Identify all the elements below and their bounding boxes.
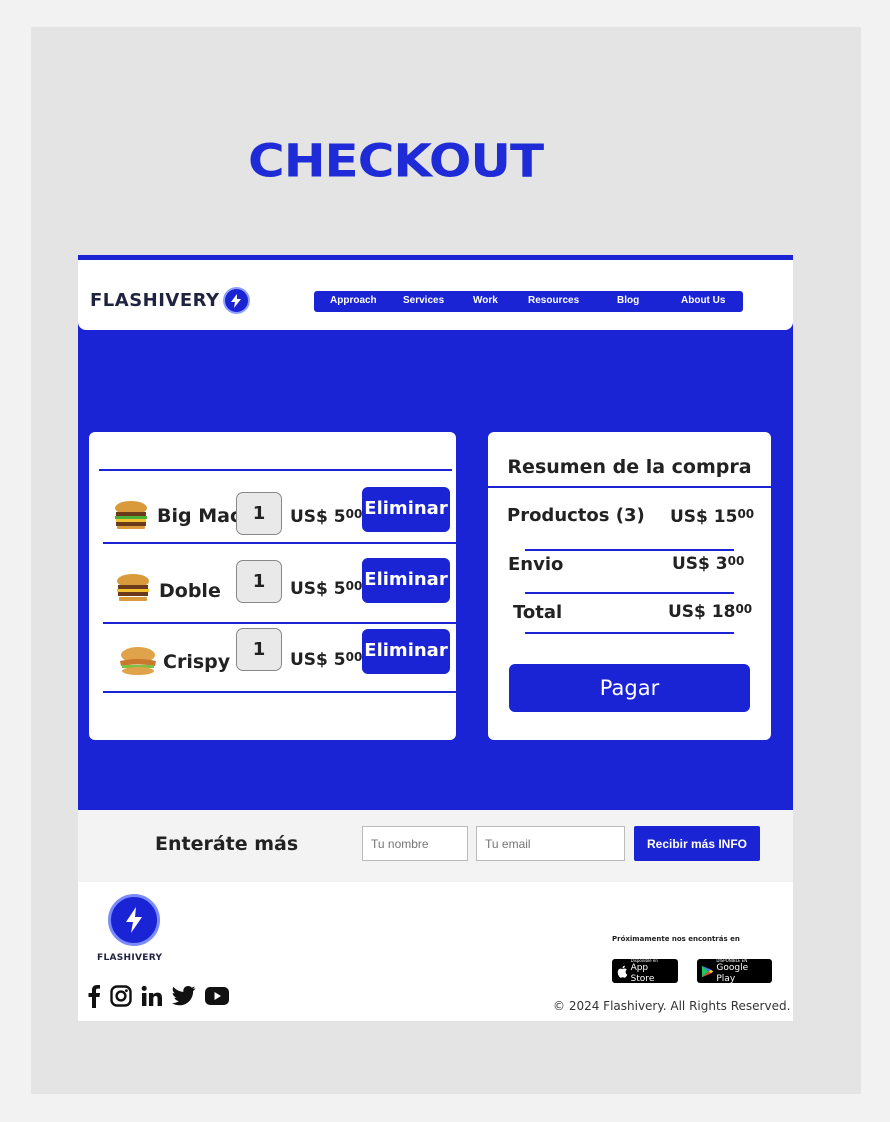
burger-icon — [115, 501, 147, 529]
coming-soon-text: Próximamente nos encontrás en — [612, 935, 740, 943]
order-summary-card: Resumen de la compra Productos (3) US$ 1… — [488, 432, 771, 740]
nav-item-work[interactable]: Work — [473, 295, 498, 306]
item-price: US$ 500 — [290, 579, 362, 599]
pay-button[interactable]: Pagar — [509, 664, 750, 712]
summary-total-value: US$ 1800 — [668, 602, 752, 622]
footer: FLASHIVERY Próximamente nos encontrás en — [78, 882, 793, 1021]
divider — [103, 542, 456, 544]
lightning-bolt-icon — [108, 894, 160, 946]
checkout-site: FLASHIVERY Approach Services Work Resour… — [78, 255, 793, 1021]
divider — [99, 469, 452, 471]
value-main: US$ 15 — [670, 507, 738, 527]
google-play-icon — [702, 965, 714, 977]
value-cents: 00 — [735, 602, 753, 616]
divider — [488, 486, 771, 488]
header: FLASHIVERY Approach Services Work Resour… — [78, 260, 793, 330]
nav-item-approach[interactable]: Approach — [330, 295, 377, 306]
lightning-bolt-icon — [222, 287, 250, 314]
cart-card: Big Mac 1 US$ 500 Eliminar Doble 1 US$ 5… — [89, 432, 456, 740]
summary-title: Resumen de la compra — [507, 456, 752, 478]
divider — [103, 691, 456, 693]
subscribe-button[interactable]: Recibir más INFO — [634, 826, 760, 861]
burger-icon — [117, 574, 149, 601]
summary-products-value: US$ 1500 — [670, 507, 754, 527]
item-price: US$ 500 — [290, 507, 362, 527]
value-cents: 00 — [727, 554, 745, 568]
quantity-field[interactable]: 1 — [236, 492, 282, 535]
item-name: Big Mac — [157, 505, 242, 527]
newsletter-title: Enteráte más — [155, 833, 299, 855]
brand-logo[interactable]: FLASHIVERY — [90, 287, 250, 314]
google-play-name: Google Play — [716, 962, 749, 984]
name-field[interactable] — [362, 826, 468, 861]
page-heading: CHECKOUT — [248, 135, 544, 188]
quantity-field[interactable]: 1 — [236, 628, 282, 671]
price-cents: 00 — [345, 579, 363, 593]
copyright-text: © 2024 Flashivery. All Rights Reserved. — [553, 999, 791, 1013]
price-cents: 00 — [345, 650, 363, 664]
item-name: Crispy — [163, 651, 231, 673]
summary-shipping-value: US$ 300 — [672, 554, 744, 574]
item-price: US$ 500 — [290, 650, 362, 670]
newsletter-bar: Enteráte más Recibir más INFO — [78, 810, 793, 882]
app-store-badge[interactable]: Disponible en App Store — [612, 958, 678, 985]
price-main: US$ 5 — [290, 650, 346, 670]
facebook-icon[interactable] — [87, 984, 101, 1012]
quantity-field[interactable]: 1 — [236, 560, 282, 603]
nav-item-resources[interactable]: Resources — [528, 295, 579, 306]
price-main: US$ 5 — [290, 579, 346, 599]
app-store-text: Disponible en App Store — [631, 958, 673, 985]
divider — [525, 632, 734, 634]
google-play-text: DISPONIBLE EN Google Play — [716, 958, 767, 985]
nav-item-about-us[interactable]: About Us — [681, 295, 725, 306]
summary-total-label: Total — [513, 602, 563, 623]
social-links — [87, 984, 229, 1012]
linkedin-icon[interactable] — [141, 985, 163, 1011]
divider — [525, 592, 734, 594]
nav-item-services[interactable]: Services — [403, 295, 444, 306]
app-store-name: App Store — [630, 962, 655, 984]
brand-name: FLASHIVERY — [90, 290, 220, 311]
remove-button[interactable]: Eliminar — [362, 558, 450, 603]
value-main: US$ 3 — [672, 554, 728, 574]
divider — [103, 622, 456, 624]
apple-icon — [617, 965, 628, 978]
chicken-sandwich-icon — [120, 647, 156, 675]
instagram-icon[interactable] — [110, 985, 132, 1011]
value-main: US$ 18 — [668, 602, 736, 622]
footer-brand: FLASHIVERY — [97, 953, 163, 963]
item-name: Doble — [159, 580, 221, 602]
price-main: US$ 5 — [290, 507, 346, 527]
summary-products-label: Productos (3) — [507, 505, 645, 526]
divider — [525, 549, 734, 551]
email-field[interactable] — [476, 826, 625, 861]
youtube-icon[interactable] — [205, 987, 229, 1009]
summary-shipping-label: Envio — [508, 554, 564, 575]
remove-button[interactable]: Eliminar — [362, 629, 450, 674]
main-nav: Approach Services Work Resources Blog Ab… — [314, 291, 743, 312]
nav-item-blog[interactable]: Blog — [617, 295, 639, 306]
remove-button[interactable]: Eliminar — [362, 487, 450, 532]
google-play-badge[interactable]: DISPONIBLE EN Google Play — [697, 958, 772, 985]
twitter-icon[interactable] — [172, 986, 196, 1010]
value-cents: 00 — [737, 507, 755, 521]
price-cents: 00 — [345, 507, 363, 521]
